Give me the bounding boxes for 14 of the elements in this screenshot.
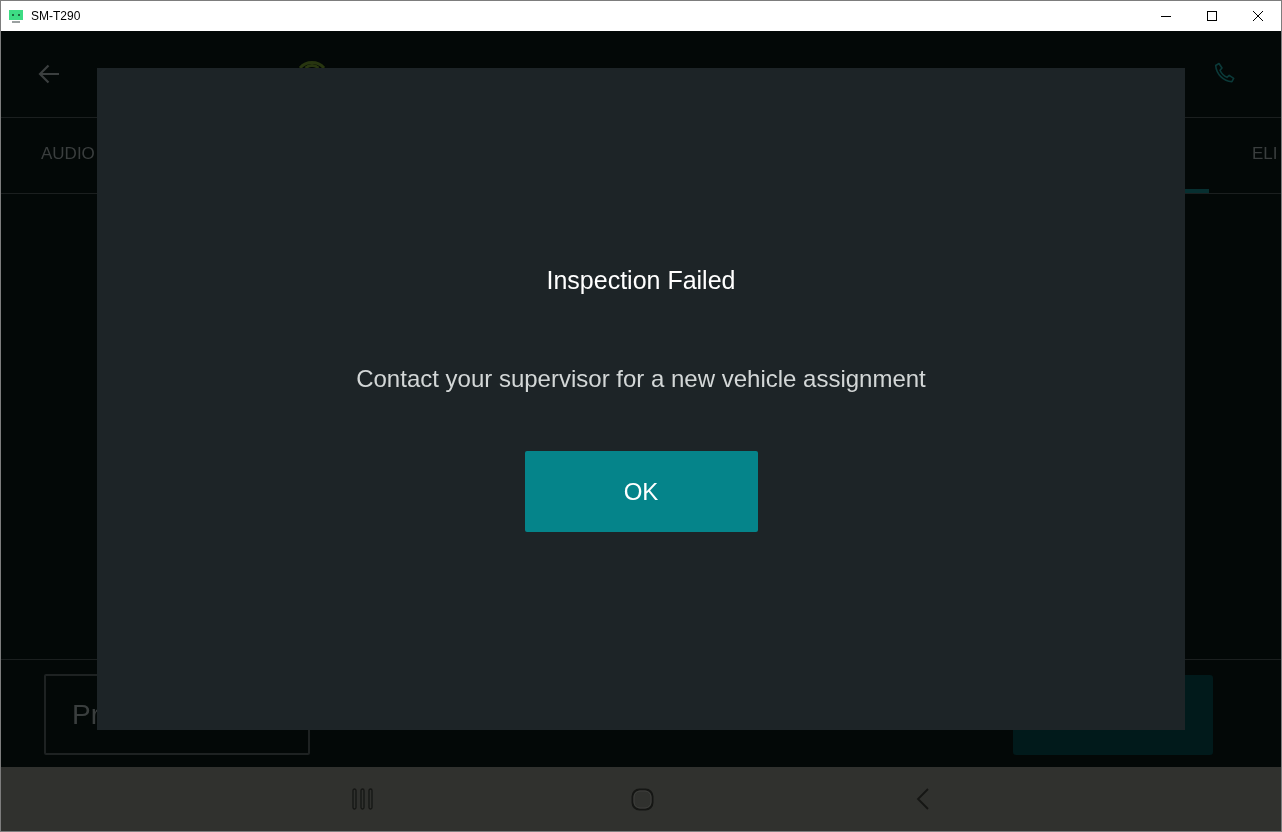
phone-icon[interactable]	[1214, 62, 1236, 84]
home-icon[interactable]	[630, 787, 654, 811]
back-chevron-icon[interactable]	[915, 788, 929, 810]
close-icon	[1253, 11, 1263, 21]
dialog-title: Inspection Failed	[546, 265, 736, 295]
dialog-message: Contact your supervisor for a new vehicle assignment	[356, 364, 926, 394]
minimize-icon	[1161, 15, 1171, 17]
back-arrow-icon[interactable]	[38, 64, 60, 84]
maximize-icon	[1207, 11, 1217, 21]
recents-icon[interactable]	[351, 788, 373, 810]
ok-button[interactable]: OK	[524, 451, 758, 532]
wifi-icon	[298, 58, 326, 68]
monitor-icon	[9, 9, 23, 23]
window-title: SM-T290	[31, 9, 81, 23]
